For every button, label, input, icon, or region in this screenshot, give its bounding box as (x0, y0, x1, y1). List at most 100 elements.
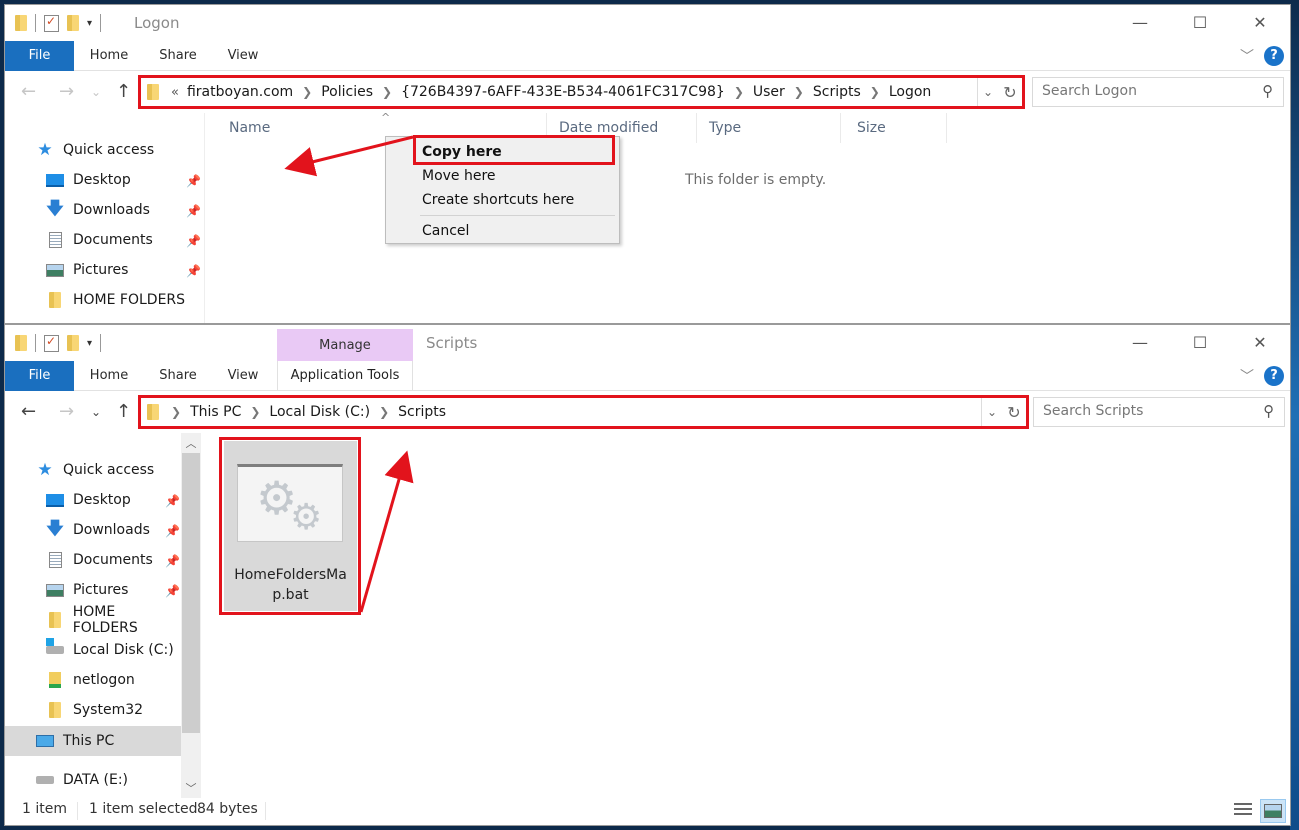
crumb[interactable]: Policies (321, 84, 373, 100)
search-icon[interactable]: ⚲ (1263, 402, 1274, 420)
tab-view[interactable]: View (219, 41, 267, 71)
new-folder-icon[interactable] (67, 335, 79, 351)
chevron-right-icon[interactable]: ❯ (382, 85, 392, 99)
chevron-right-icon[interactable]: ❯ (794, 85, 804, 99)
crumb[interactable]: firatboyan.com (187, 84, 293, 100)
column-header-size[interactable]: Size (837, 113, 947, 143)
nav-item-downloads[interactable]: 🡇 Downloads (45, 516, 150, 544)
address-history-icon[interactable]: ⌄ (982, 405, 1002, 419)
chevron-right-icon[interactable]: ❯ (250, 405, 260, 419)
highlight-file (219, 437, 361, 615)
maximize-button[interactable]: ☐ (1170, 5, 1230, 39)
tab-share[interactable]: Share (151, 41, 205, 71)
nav-item-local-disk-c[interactable]: Local Disk (C:) (45, 636, 174, 664)
nav-item-home-folders[interactable]: HOME FOLDERS (45, 286, 185, 314)
recent-locations-icon[interactable]: ⌄ (91, 405, 101, 419)
column-header-type[interactable]: Type (689, 113, 841, 143)
search-input[interactable]: Search Scripts ⚲ (1033, 397, 1285, 427)
scrollbar-thumb[interactable] (182, 453, 200, 733)
forward-button[interactable]: → (59, 401, 74, 422)
forward-button[interactable]: → (59, 81, 74, 102)
maximize-button[interactable]: ☐ (1170, 325, 1230, 359)
search-input[interactable]: Search Logon ⚲ (1032, 77, 1284, 107)
nav-item-documents[interactable]: Documents (45, 546, 153, 574)
nav-item-downloads[interactable]: 🡇 Downloads (45, 196, 150, 224)
properties-icon[interactable] (44, 14, 59, 32)
tab-share[interactable]: Share (151, 361, 205, 391)
minimize-button[interactable]: — (1110, 325, 1170, 359)
crumb[interactable]: User (753, 84, 785, 100)
nav-item-desktop[interactable]: Desktop (45, 166, 131, 194)
nav-label: netlogon (73, 672, 135, 688)
nav-item-netlogon[interactable]: netlogon (45, 666, 135, 694)
refresh-icon[interactable]: ↻ (998, 83, 1022, 102)
chevron-right-icon[interactable]: ❯ (171, 405, 181, 419)
crumb[interactable]: {726B4397-6AFF-433E-B534-4061FC317C98} (401, 84, 725, 100)
nav-item-data-e[interactable]: DATA (E:) (35, 766, 128, 794)
pin-icon[interactable]: 📌 (186, 174, 201, 188)
crumb[interactable]: This PC (190, 404, 241, 420)
chevron-right-icon[interactable]: ❯ (870, 85, 880, 99)
back-button[interactable]: ← (21, 401, 36, 422)
new-folder-icon[interactable] (67, 15, 79, 31)
pin-icon[interactable]: 📌 (165, 584, 180, 598)
tab-application-tools[interactable]: Application Tools (277, 361, 413, 391)
tab-file[interactable]: File (5, 361, 74, 391)
expand-ribbon-icon[interactable]: ﹀ (1240, 366, 1254, 386)
nav-item-quick-access[interactable]: ★ Quick access (35, 456, 154, 484)
nav-item-pictures[interactable]: Pictures (45, 256, 128, 284)
pin-icon[interactable]: 📌 (186, 264, 201, 278)
tab-view[interactable]: View (219, 361, 267, 391)
tab-file[interactable]: File (5, 41, 74, 71)
nav-item-desktop[interactable]: Desktop (45, 486, 131, 514)
close-button[interactable]: ✕ (1230, 325, 1290, 359)
scroll-up-icon[interactable]: ︿ (181, 435, 201, 451)
crumb[interactable]: Local Disk (C:) (269, 404, 370, 420)
nav-item-this-pc[interactable]: This PC (5, 726, 182, 756)
overflow-crumb[interactable]: « (171, 85, 179, 100)
crumb[interactable]: Logon (889, 84, 931, 100)
up-button[interactable]: ↑ (116, 401, 131, 422)
address-bar[interactable]: ❯ This PC ❯ Local Disk (C:) ❯ Scripts ⌄ … (138, 395, 1029, 429)
chevron-right-icon[interactable]: ❯ (734, 85, 744, 99)
large-icons-view-button[interactable] (1260, 799, 1286, 823)
chevron-right-icon[interactable]: ❯ (302, 85, 312, 99)
address-bar[interactable]: « firatboyan.com ❯ Policies ❯ {726B4397-… (138, 75, 1025, 109)
menu-item-create-shortcuts-here[interactable]: Create shortcuts here (422, 192, 574, 208)
properties-icon[interactable] (44, 334, 59, 352)
tab-home[interactable]: Home (83, 41, 135, 71)
nav-item-home-folders[interactable]: HOME FOLDERS (45, 604, 183, 636)
nav-item-system32[interactable]: System32 (45, 696, 143, 724)
minimize-button[interactable]: — (1110, 5, 1170, 39)
menu-item-move-here[interactable]: Move here (422, 168, 496, 184)
scroll-down-icon[interactable]: ﹀ (181, 780, 201, 796)
search-icon[interactable]: ⚲ (1262, 82, 1273, 100)
help-icon[interactable]: ? (1264, 46, 1284, 66)
nav-pane-scrollbar[interactable]: ︿ ﹀ (181, 433, 201, 798)
customize-toolbar-icon[interactable]: ▾ (87, 18, 92, 29)
tab-home[interactable]: Home (83, 361, 135, 391)
address-history-icon[interactable]: ⌄ (978, 85, 998, 99)
close-button[interactable]: ✕ (1230, 5, 1290, 39)
help-icon[interactable]: ? (1264, 366, 1284, 386)
nav-item-quick-access[interactable]: ★ Quick access (35, 136, 154, 164)
nav-item-documents[interactable]: Documents (45, 226, 153, 254)
refresh-icon[interactable]: ↻ (1002, 403, 1026, 422)
pin-icon[interactable]: 📌 (165, 494, 180, 508)
item-count: 1 item (22, 801, 67, 817)
details-view-button[interactable] (1230, 799, 1256, 823)
pin-icon[interactable]: 📌 (186, 234, 201, 248)
pin-icon[interactable]: 📌 (165, 524, 180, 538)
expand-ribbon-icon[interactable]: ﹀ (1240, 46, 1254, 66)
customize-toolbar-icon[interactable]: ▾ (87, 338, 92, 349)
chevron-right-icon[interactable]: ❯ (379, 405, 389, 419)
back-button[interactable]: ← (21, 81, 36, 102)
menu-item-cancel[interactable]: Cancel (422, 223, 469, 239)
up-button[interactable]: ↑ (116, 81, 131, 102)
recent-locations-icon[interactable]: ⌄ (91, 85, 101, 99)
crumb[interactable]: Scripts (813, 84, 861, 100)
crumb[interactable]: Scripts (398, 404, 446, 420)
pin-icon[interactable]: 📌 (186, 204, 201, 218)
pin-icon[interactable]: 📌 (165, 554, 180, 568)
nav-item-pictures[interactable]: Pictures (45, 576, 128, 604)
